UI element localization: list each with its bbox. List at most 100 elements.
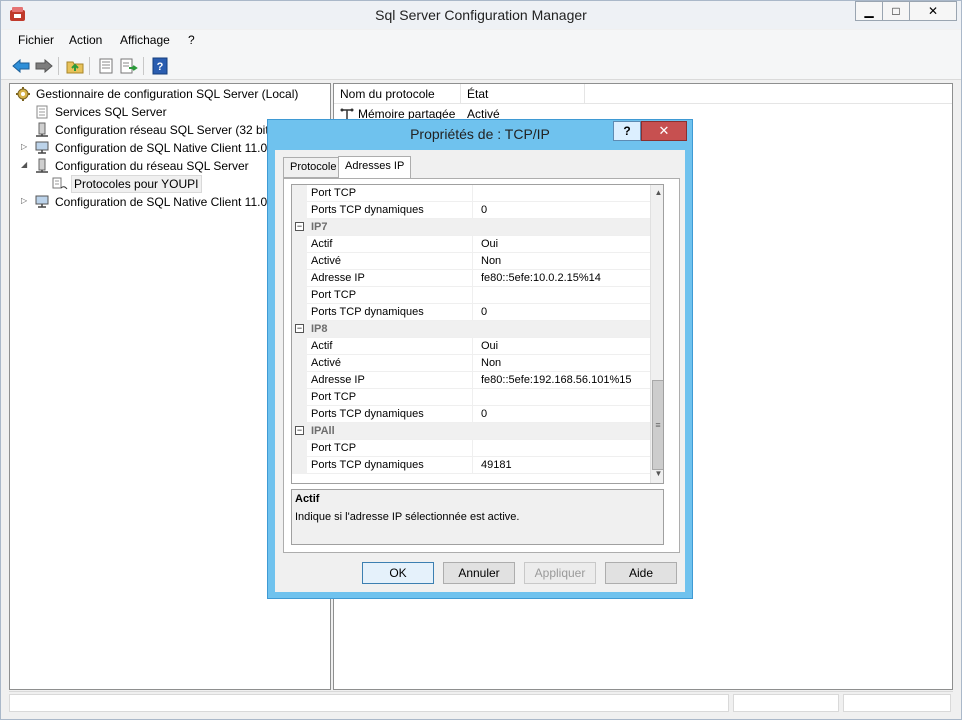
dialog-help-button[interactable]: ? xyxy=(613,121,641,141)
menu-action[interactable]: Action xyxy=(69,33,102,47)
menu-fichier[interactable]: Fichier xyxy=(18,33,54,47)
property-name: Adresse IP xyxy=(311,270,473,287)
expand-arrow-icon[interactable]: ▷ xyxy=(21,196,29,206)
property-value[interactable]: fe80::5efe:10.0.2.15%14 xyxy=(481,270,601,287)
row-margin xyxy=(292,355,307,372)
tab-panel-adresses-ip: Port TCP Ports TCP dynamiques 0− IP7 Actif Ou… xyxy=(283,178,680,553)
collapse-arrow-icon[interactable]: ◢ xyxy=(21,160,29,170)
property-value[interactable]: Non xyxy=(481,355,501,372)
minimize-button[interactable]: ▁ xyxy=(855,1,883,21)
property-grid[interactable]: Port TCP Ports TCP dynamiques 0− IP7 Actif Ou… xyxy=(291,184,664,484)
tab-protocole[interactable]: Protocole xyxy=(283,157,344,178)
tree-item-label: Configuration de SQL Native Client 11.0 xyxy=(55,195,268,209)
category-name: IP8 xyxy=(311,323,328,335)
property-row[interactable]: Adresse IP fe80::5efe:10.0.2.15%14 xyxy=(292,270,650,287)
property-value[interactable]: Oui xyxy=(481,338,498,355)
row-margin xyxy=(292,270,307,287)
status-bar xyxy=(9,691,953,713)
apply-button[interactable]: Appliquer xyxy=(524,562,596,584)
close-button[interactable]: ✕ xyxy=(909,1,957,21)
property-grid-scrollbar[interactable]: ▲ ≡ ▼ xyxy=(650,185,663,483)
property-row[interactable]: Actif Oui xyxy=(292,338,650,355)
scroll-down-arrow-icon[interactable]: ▼ xyxy=(651,466,663,482)
row-margin xyxy=(292,185,307,202)
property-row[interactable]: Port TCP xyxy=(292,389,650,406)
property-name: Activé xyxy=(311,253,473,270)
column-header-protocol[interactable]: Nom du protocole xyxy=(334,84,461,104)
svg-text:?: ? xyxy=(157,61,164,73)
menu-help[interactable]: ? xyxy=(188,33,195,47)
properties-icon[interactable] xyxy=(96,56,116,76)
toolbar: ? xyxy=(1,52,961,80)
cancel-button[interactable]: Annuler xyxy=(443,562,515,584)
property-category[interactable]: − IPAll xyxy=(292,423,650,440)
ok-button[interactable]: OK xyxy=(362,562,434,584)
forward-arrow-icon[interactable] xyxy=(34,56,54,76)
menu-affichage[interactable]: Affichage xyxy=(120,33,170,47)
scroll-up-arrow-icon[interactable]: ▲ xyxy=(651,185,663,201)
network-config-icon xyxy=(34,158,50,174)
column-header-state[interactable]: État xyxy=(461,84,585,104)
collapse-box-icon[interactable]: − xyxy=(295,222,304,231)
dialog-close-button[interactable]: ✕ xyxy=(641,121,687,141)
help-book-icon[interactable]: ? xyxy=(150,56,170,76)
row-margin xyxy=(292,253,307,270)
property-name: Adresse IP xyxy=(311,372,473,389)
property-name: Port TCP xyxy=(311,287,473,304)
property-row[interactable]: Actif Oui xyxy=(292,236,650,253)
property-value[interactable]: 0 xyxy=(481,304,487,321)
property-row[interactable]: Port TCP xyxy=(292,185,650,202)
property-value[interactable]: 0 xyxy=(481,406,487,423)
tree-item-label: Protocoles pour YOUPI xyxy=(71,175,202,193)
category-name: IP7 xyxy=(311,221,328,233)
native-client-icon xyxy=(34,140,50,156)
property-row[interactable]: Ports TCP dynamiques 0 xyxy=(292,304,650,321)
row-margin xyxy=(292,457,307,474)
maximize-button[interactable]: □ xyxy=(882,1,910,21)
up-folder-icon[interactable] xyxy=(65,56,85,76)
property-row[interactable]: Ports TCP dynamiques 49181 xyxy=(292,457,650,474)
tab-adresses-ip[interactable]: Adresses IP xyxy=(338,156,412,179)
scroll-thumb[interactable]: ≡ xyxy=(652,380,663,470)
row-margin xyxy=(292,236,307,253)
status-cell-secondary xyxy=(733,694,839,712)
row-margin xyxy=(292,287,307,304)
property-row[interactable]: Ports TCP dynamiques 0 xyxy=(292,202,650,219)
title-bar[interactable]: Sql Server Configuration Manager ▁ □ ✕ xyxy=(1,1,961,29)
property-value[interactable]: Non xyxy=(481,253,501,270)
property-value[interactable]: 0 xyxy=(481,202,487,219)
property-category[interactable]: − IP7 xyxy=(292,219,650,236)
property-row[interactable]: Port TCP xyxy=(292,440,650,457)
property-value[interactable]: Oui xyxy=(481,236,498,253)
row-margin xyxy=(292,202,307,219)
property-row[interactable]: Activé Non xyxy=(292,355,650,372)
category-name: IPAll xyxy=(311,425,335,437)
property-category[interactable]: − IP8 xyxy=(292,321,650,338)
menu-bar: Fichier Action Affichage ? xyxy=(1,30,961,52)
property-row[interactable]: Ports TCP dynamiques 0 xyxy=(292,406,650,423)
expand-arrow-icon[interactable]: ▷ xyxy=(21,142,29,152)
property-name: Actif xyxy=(311,236,473,253)
status-cell-tertiary xyxy=(843,694,951,712)
property-name: Ports TCP dynamiques xyxy=(311,202,473,219)
property-name: Port TCP xyxy=(311,185,473,202)
status-cell-main xyxy=(9,694,729,712)
row-margin xyxy=(292,406,307,423)
property-row[interactable]: Activé Non xyxy=(292,253,650,270)
property-name: Ports TCP dynamiques xyxy=(311,457,473,474)
row-margin xyxy=(292,304,307,321)
back-arrow-icon[interactable] xyxy=(11,56,31,76)
protocols-icon xyxy=(52,176,68,192)
collapse-box-icon[interactable]: − xyxy=(295,324,304,333)
property-value[interactable]: 49181 xyxy=(481,457,512,474)
property-row[interactable]: Port TCP xyxy=(292,287,650,304)
description-text: Indique si l'adresse IP sélectionnée est… xyxy=(295,511,520,523)
tree-item-label: Configuration du réseau SQL Server xyxy=(55,159,249,173)
help-button[interactable]: Aide xyxy=(605,562,677,584)
property-row[interactable]: Adresse IP fe80::5efe:192.168.56.101%15 xyxy=(292,372,650,389)
native-client-icon xyxy=(34,194,50,210)
property-value[interactable]: fe80::5efe:192.168.56.101%15 xyxy=(481,372,631,389)
export-list-icon[interactable] xyxy=(119,56,139,76)
collapse-box-icon[interactable]: − xyxy=(295,426,304,435)
tree-item-label: Services SQL Server xyxy=(55,105,167,119)
